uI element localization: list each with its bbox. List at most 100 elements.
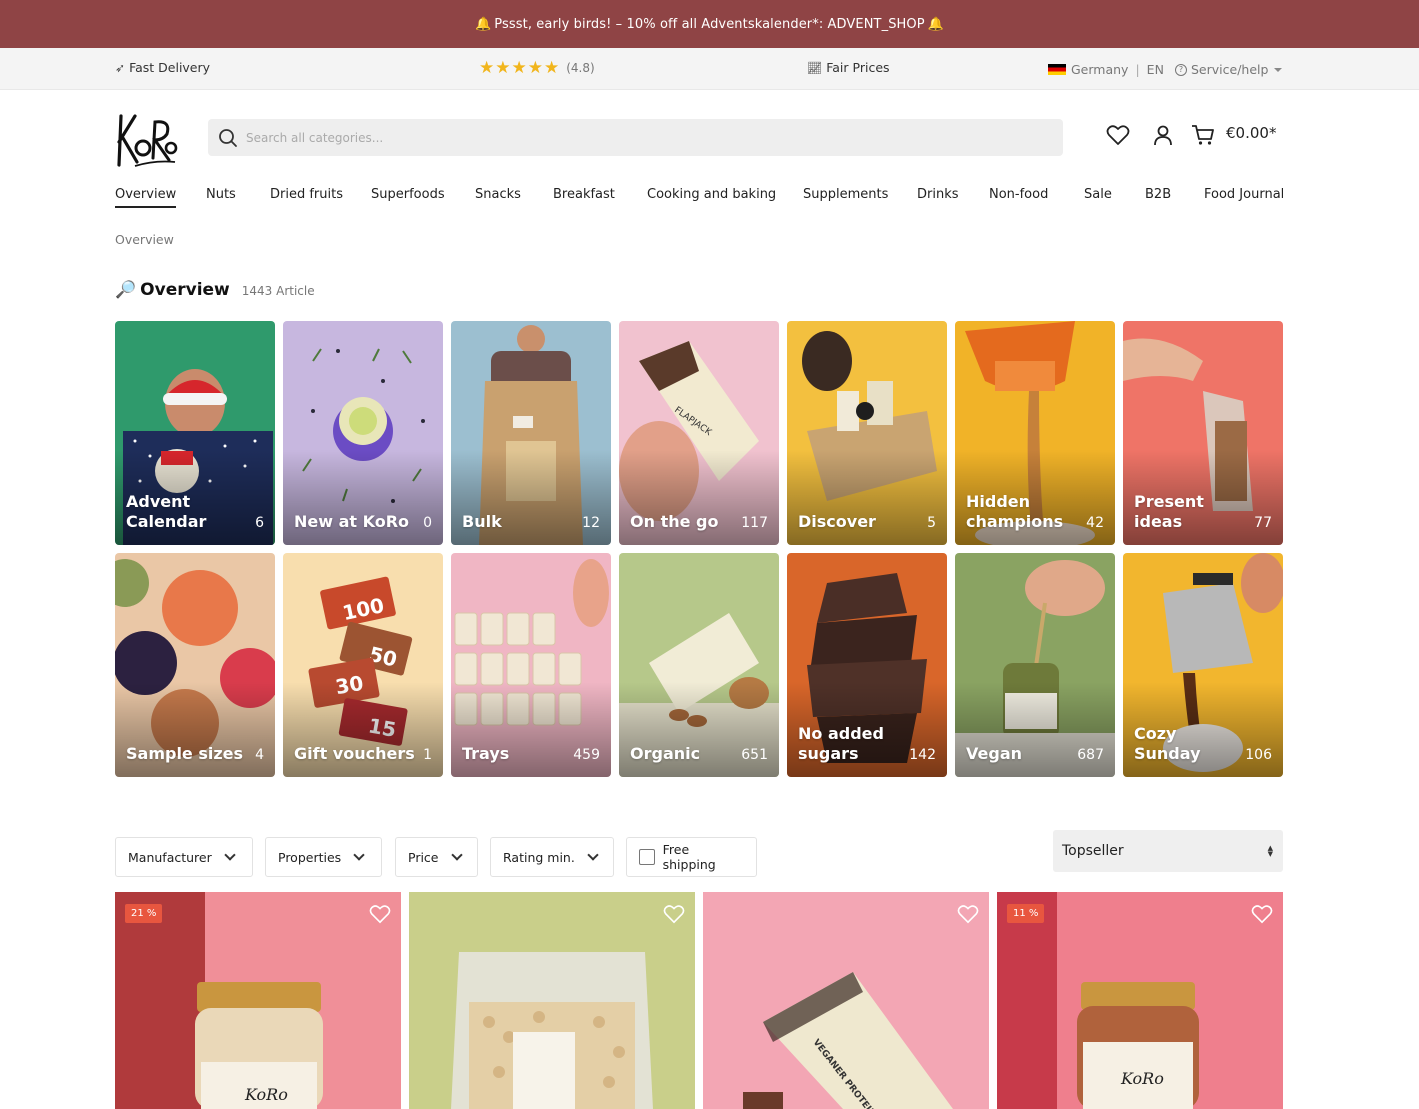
category-name: Gift vouchers [294,744,415,763]
product-card[interactable]: VEGANER PROTEIN [703,892,989,1109]
nav-item-overview[interactable]: Overview [115,187,177,208]
product-card[interactable]: KoRo 11 % [997,892,1283,1109]
category-tile-bulk[interactable]: Bulk 12 [451,321,611,545]
category-tile-cozy-sunday[interactable]: Cozy Sunday 106 [1123,553,1283,777]
filter-label: Manufacturer [128,849,212,865]
cart-total[interactable]: €0.00* [1226,124,1276,142]
filter-label: Price [408,849,439,865]
category-count: 459 [573,747,600,763]
category-tile-trays[interactable]: Trays 459 [451,553,611,777]
fair-prices-label: Fair Prices [826,60,890,75]
divider: | [1135,62,1140,77]
svg-text:KoRo: KoRo [244,1085,288,1104]
koro-logo[interactable] [115,110,179,168]
category-tile-discover[interactable]: Discover 5 [787,321,947,545]
search-icon [219,128,237,147]
category-tile-new-at-koro[interactable]: New at KoRo 0 [283,321,443,545]
product-card[interactable]: KoRo 21 % [115,892,401,1109]
category-count: 687 [1077,747,1104,763]
sort-select[interactable]: Topseller ▲ ▼ [1053,830,1283,872]
wishlist-heart-icon[interactable] [957,904,979,924]
filter-rating[interactable]: Rating min. [490,837,614,877]
filter-properties[interactable]: Properties [265,837,382,877]
product-image: KoRo [997,892,1199,1109]
language-label: EN [1146,62,1164,77]
chart-icon: 📈︎ [807,60,823,75]
rating-summary[interactable]: ★★★★★ (4.8) [479,58,595,78]
category-name: Sample sizes [126,744,244,763]
wishlist-button[interactable] [1105,122,1131,148]
rating-value: (4.8) [566,61,595,75]
bell-icon: 🔔 [475,16,492,32]
free-shipping-checkbox[interactable] [639,849,655,865]
category-count: 106 [1245,747,1272,763]
account-button[interactable] [1150,122,1176,148]
nav-item-sale[interactable]: Sale [1084,187,1112,202]
nav-item-cooking-and-baking[interactable]: Cooking and baking [647,187,776,202]
wishlist-heart-icon[interactable] [663,904,685,924]
filter-free-shipping[interactable]: Free shipping [626,837,757,877]
category-tile-no-added-sugars[interactable]: No added sugars 142 [787,553,947,777]
nav-item-superfoods[interactable]: Superfoods [371,187,445,202]
nav-item-non-food[interactable]: Non-food [989,187,1048,202]
category-name: Present ideas [1134,492,1204,531]
search-bar[interactable] [208,119,1063,156]
filter-label: Rating min. [503,849,575,865]
category-tile-present-ideas[interactable]: Present ideas 77 [1123,321,1283,545]
category-count: 12 [582,515,600,531]
promo-banner[interactable]: 🔔 Pssst, early birds! – 10% off all Adve… [0,0,1419,48]
category-name: Organic [630,744,701,763]
country-language-selector[interactable]: Germany | EN [1048,62,1164,77]
cart-button[interactable] [1190,122,1216,148]
sort-selected-value: Topseller [1062,843,1124,859]
breadcrumb[interactable]: Overview [115,232,174,247]
user-icon [1154,125,1172,146]
category-tile-on-the-go[interactable]: FLAPJACK On the go 117 [619,321,779,545]
wishlist-heart-icon[interactable] [1251,904,1273,924]
product-image: VEGANER PROTEIN [743,972,953,1109]
page-title: Overview [140,280,230,300]
discount-badge: 11 % [1007,904,1045,923]
wishlist-heart-icon[interactable] [369,904,391,924]
filter-price[interactable]: Price [395,837,478,877]
nav-item-b2b[interactable]: B2B [1145,187,1171,202]
category-tile-hidden-champions[interactable]: Hidden champions 42 [955,321,1115,545]
category-name: Advent Calendar [126,492,207,531]
country-label: Germany [1071,62,1129,77]
help-circle-icon: ? [1175,63,1187,76]
category-name: Trays [462,744,510,763]
article-count: 1443 Article [241,284,315,298]
nav-item-breakfast[interactable]: Breakfast [553,187,615,202]
search-input[interactable] [246,130,1026,145]
category-tile-vegan[interactable]: Vegan 687 [955,553,1115,777]
nav-item-nuts[interactable]: Nuts [206,187,236,202]
page-heading: 🔎 Overview 1443 Article [115,280,315,300]
nav-item-snacks[interactable]: Snacks [475,187,521,202]
category-count: 4 [255,747,264,763]
product-image: KoRo [115,892,323,1109]
service-help-dropdown[interactable]: ? Service/help [1175,62,1283,77]
category-tile-gift-vouchers[interactable]: 100 50 30 15 Gift vouchers 1 [283,553,443,777]
sort-arrows-icon: ▲ ▼ [1267,844,1273,858]
product-card[interactable] [409,892,695,1109]
filter-manufacturer[interactable]: Manufacturer [115,837,253,877]
breadcrumb-item[interactable]: Overview [115,232,174,247]
promo-text: Pssst, early birds! – 10% off all Advent… [494,16,925,32]
nav-item-supplements[interactable]: Supplements [803,187,888,202]
discount-badge: 21 % [125,904,163,923]
nav-item-dried-fruits[interactable]: Dried fruits [270,187,343,202]
category-tile-sample-sizes[interactable]: Sample sizes 4 [115,553,275,777]
category-tile-organic[interactable]: Organic 651 [619,553,779,777]
nav-item-food-journal[interactable]: Food Journal [1204,187,1284,202]
chevron-down-icon [450,849,463,861]
category-tile-advent-calendar[interactable]: Advent Calendar 6 [115,321,275,545]
chevron-down-icon [224,849,236,861]
caret-down-icon [1274,67,1283,72]
main-navigation: Overview Nuts Dried fruits Superfoods Sn… [115,187,1284,211]
fast-delivery: ➶ Fast Delivery [115,60,210,75]
category-count: 42 [1086,515,1104,531]
nav-item-drinks[interactable]: Drinks [917,187,959,202]
product-image [451,952,653,1109]
germany-flag-icon [1048,64,1066,75]
fast-delivery-label: Fast Delivery [129,60,211,75]
